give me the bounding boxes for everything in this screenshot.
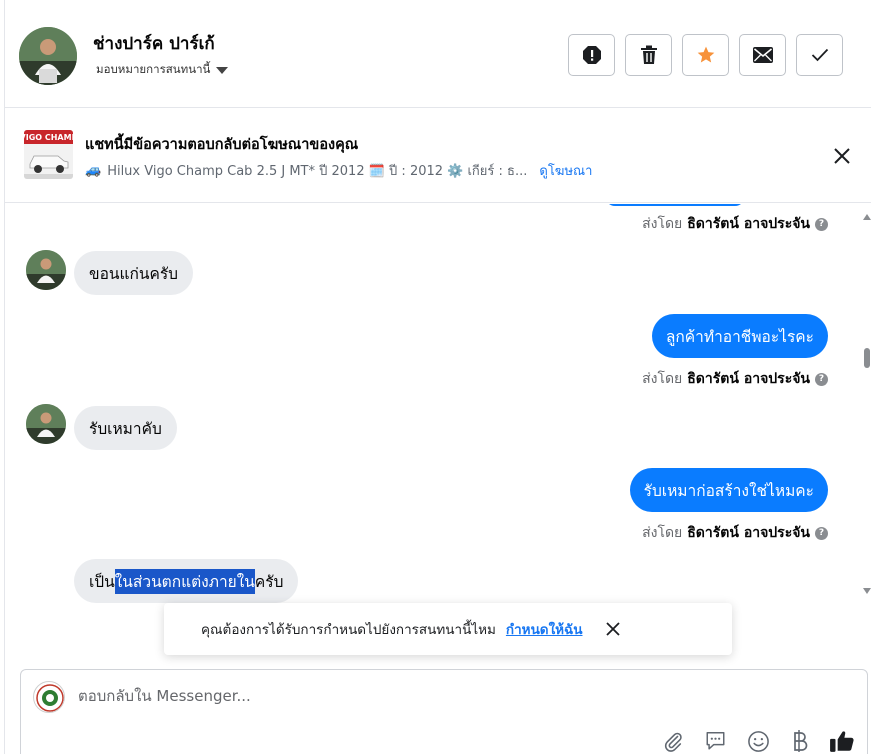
outgoing-message[interactable]: รับเหมาก่อสร้างใช่ไหมคะ (629, 468, 828, 512)
incoming-message[interactable]: เป็น ในส่วนตกแต่งภายใน ครับ (74, 559, 299, 603)
assign-conversation-dropdown[interactable]: มอบหมายการสนทนานี้ (96, 61, 229, 79)
sent-by-prefix: ส่งโดย (642, 371, 683, 387)
conversation-header: ช่างปาร์ค ปาร์เก้ มอบหมายการสนทนานี้ (5, 0, 871, 108)
sender-name: ธิดารัตน์ อาจประจัน (687, 371, 810, 387)
delete-button[interactable] (625, 34, 672, 76)
mark-spam-button[interactable] (568, 34, 615, 76)
message-text-before: เป็น (89, 572, 115, 591)
vehicle-icon: 🚙 (85, 163, 102, 178)
mark-done-button[interactable] (796, 34, 843, 76)
help-icon[interactable]: ? (815, 526, 828, 540)
attach-button[interactable] (660, 728, 686, 754)
assign-prompt-toast: คุณต้องการได้รับการกำหนดไปยังการสนทนานี้… (164, 603, 732, 655)
star-icon (697, 46, 714, 63)
contact-avatar-small (26, 404, 66, 444)
caret-down-icon (216, 66, 229, 74)
envelope-icon (752, 47, 773, 63)
star-button[interactable] (682, 34, 729, 76)
message-scrollbar[interactable] (862, 204, 871, 604)
sent-by-label: ส่งโดย ธิดารัตน์ อาจประจัน ? (642, 368, 828, 390)
saved-replies-button[interactable] (702, 728, 728, 754)
page-avatar (33, 681, 65, 713)
help-icon[interactable]: ? (815, 217, 828, 231)
checkmark-icon (811, 48, 828, 62)
smiley-icon (747, 730, 769, 752)
message-thread: ส่งโดย ธิดารัตน์ อาจประจัน ? ขอนแก่นครับ… (5, 204, 871, 664)
ad-context-bar: VIGO CHAMP แชทนี้มีข้อความตอบกลับต่อโฆษณ… (5, 108, 871, 203)
sent-by-label: ส่งโดย ธิดารัตน์ อาจประจัน ? (642, 213, 828, 235)
like-button[interactable] (829, 728, 855, 754)
ad-reply-title: แชทนี้มีข้อความตอบกลับต่อโฆษณาของคุณ (85, 137, 359, 153)
mark-unread-button[interactable] (739, 34, 786, 76)
sent-by-label: ส่งโดย ธิดารัตน์ อาจประจัน ? (642, 522, 828, 544)
close-icon (605, 622, 620, 636)
message-composer (20, 669, 868, 754)
incoming-message[interactable]: ขอนแก่นครับ (74, 251, 194, 295)
assign-label: มอบหมายการสนทนานี้ (96, 62, 211, 76)
message-input[interactable] (78, 687, 778, 705)
paperclip-icon (664, 732, 682, 752)
help-icon[interactable]: ? (815, 372, 828, 386)
chat-bubble-icon (706, 732, 724, 750)
assign-prompt-text: คุณต้องการได้รับการกำหนดไปยังการสนทนานี้… (201, 622, 496, 638)
previous-outgoing-bubble (605, 204, 745, 206)
contact-name: ช่างปาร์ค ปาร์เก้ (93, 34, 215, 54)
contact-avatar-small (26, 250, 66, 290)
selected-text: ในส่วนตกแต่งภายใน (114, 568, 255, 594)
sender-name: ธิดารัตน์ อาจประจัน (687, 216, 810, 232)
incoming-message[interactable]: รับเหมาคับ (74, 406, 177, 450)
close-ad-bar-button[interactable] (831, 145, 853, 167)
trash-icon (640, 45, 657, 64)
baht-icon (794, 730, 808, 752)
sender-name: ธิดารัตน์ อาจประจัน (687, 525, 810, 541)
message-text-after: ครับ (254, 572, 284, 591)
view-ad-link[interactable]: ดูโฆษณา (539, 160, 592, 181)
close-toast-button[interactable] (605, 621, 621, 637)
thumbs-up-icon (830, 731, 854, 752)
close-icon (834, 148, 850, 164)
ad-thumbnail: VIGO CHAMP (24, 130, 73, 179)
payment-button[interactable] (787, 728, 813, 754)
contact-avatar[interactable] (19, 27, 77, 85)
sent-by-prefix: ส่งโดย (642, 525, 683, 541)
conversation-panel: ช่างปาร์ค ปาร์เก้ มอบหมายการสนทนานี้ IGO… (4, 0, 871, 754)
sent-by-prefix: ส่งโดย (642, 216, 683, 232)
outgoing-message[interactable]: ลูกค้าทำอาชีพอะไรคะ (651, 314, 828, 358)
ad-thumbnail-text: VIGO CHAMP (24, 133, 73, 142)
emoji-button[interactable] (745, 728, 771, 754)
assign-to-me-link[interactable]: กำหนดให้ฉัน (506, 618, 583, 640)
ad-description-row: 🚙 Hilux Vigo Champ Cab 2.5 J MT* ปี 2012… (85, 160, 592, 181)
ad-description: Hilux Vigo Champ Cab 2.5 J MT* ปี 2012 🗓… (107, 164, 528, 179)
alert-icon (582, 46, 601, 64)
